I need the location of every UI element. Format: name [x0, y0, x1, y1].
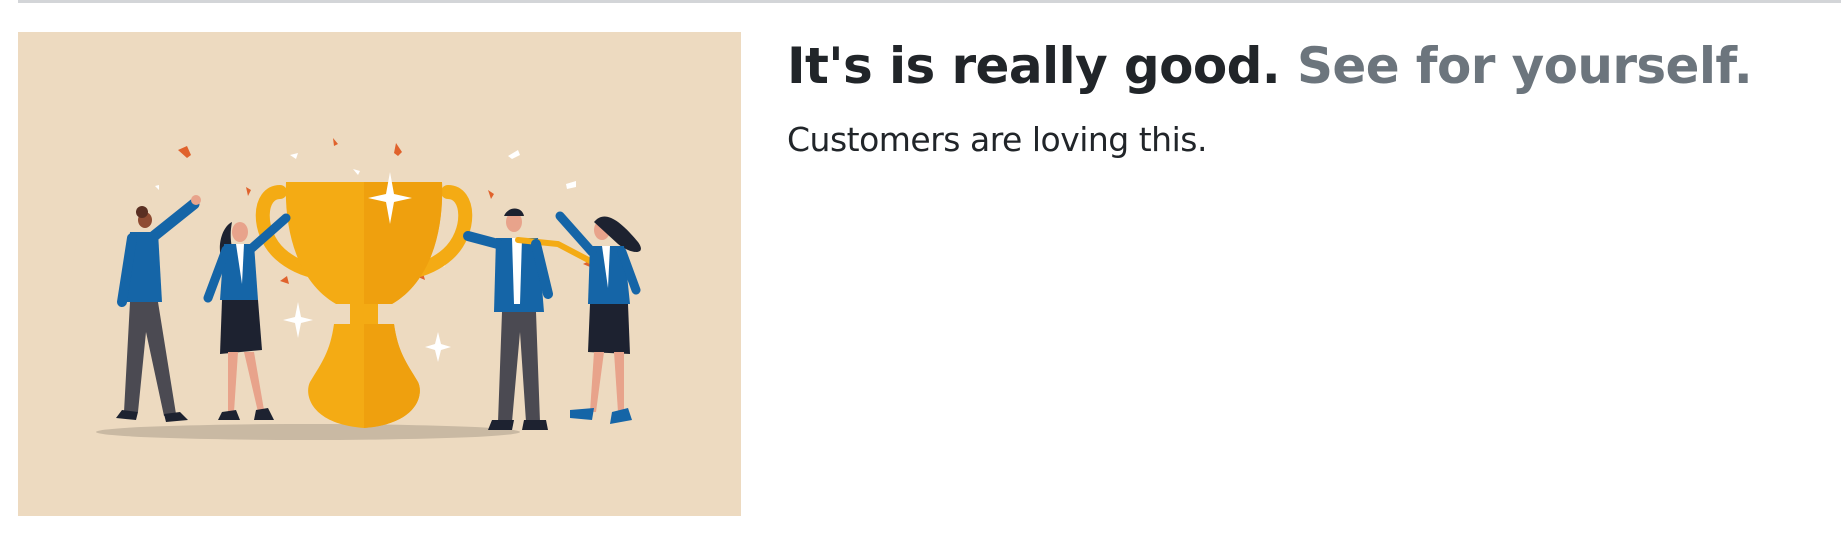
featurette-heading: It's is really good. See for yourself. [787, 36, 1817, 96]
featurette-image [18, 32, 741, 516]
trophy-celebration-illustration [96, 138, 641, 440]
featurette-lead: Customers are loving this. [787, 120, 1207, 159]
featurette: It's is really good. See for yourself. C… [18, 32, 1841, 516]
featurette-text: It's is really good. See for yourself. C… [787, 36, 1817, 160]
featurette-divider [18, 0, 1841, 3]
person-icon [555, 211, 641, 424]
person-icon [116, 195, 201, 422]
trophy-icon [255, 172, 473, 428]
heading-muted: See for yourself. [1296, 37, 1753, 95]
heading-main: It's is really good. [787, 37, 1281, 95]
person-icon [463, 208, 599, 430]
